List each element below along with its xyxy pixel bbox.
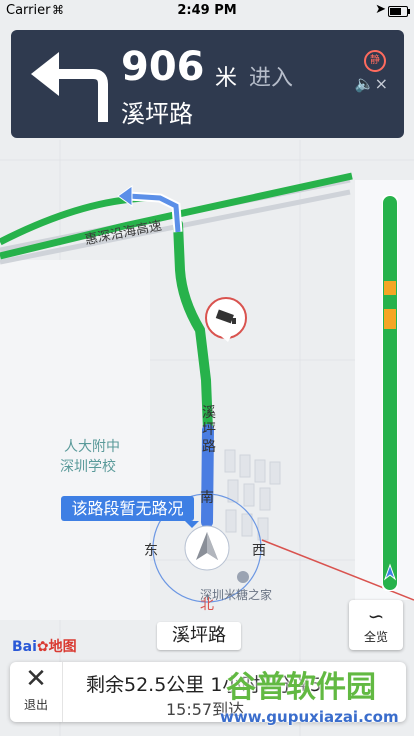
compass-south: 南 xyxy=(200,490,214,506)
traffic-notice: 该路段暂无路况 xyxy=(61,496,199,528)
watermark-brand: 谷普软件园 xyxy=(226,670,376,705)
next-road-name: 溪坪路 xyxy=(121,100,193,128)
location-arrow-icon: ➤ xyxy=(375,2,386,17)
clock: 2:49 PM xyxy=(177,3,237,18)
close-icon: ✕ xyxy=(25,664,47,694)
route-progress-bar xyxy=(382,195,398,591)
speaker-mute-icon[interactable]: 🔈× xyxy=(355,74,388,93)
navigation-instruction-panel[interactable]: 906 米 进入 溪坪路 静 🔈× xyxy=(11,30,404,138)
overview-label: 全览 xyxy=(363,630,388,644)
battery-icon xyxy=(388,6,410,17)
school-label-line2: 深圳学校 xyxy=(60,459,116,475)
quiet-mode-badge[interactable]: 静 xyxy=(364,50,386,72)
turn-left-arrow-icon xyxy=(31,52,108,122)
action-text: 进入 xyxy=(249,66,294,91)
overview-button[interactable]: ∽ 全览 xyxy=(349,600,403,650)
exit-button[interactable]: ✕ 退出 xyxy=(10,662,63,722)
route-overview-icon: ∽ xyxy=(367,604,385,628)
watermark-url: www.gupuxiazai.com xyxy=(220,708,399,726)
route-road-label: 溪坪路 xyxy=(202,405,216,455)
compass-east: 东 xyxy=(144,543,158,559)
watermark: 谷普软件园 www.gupuxiazai.com xyxy=(220,662,410,736)
distance-unit: 米 xyxy=(215,66,238,91)
baidu-map-logo: Bai✿地图 xyxy=(12,639,77,655)
current-road-label: 溪坪路 xyxy=(157,622,241,650)
school-label-line1: 人大附中 xyxy=(64,439,120,455)
compass-west: 西 xyxy=(252,543,266,559)
distance-value: 906 xyxy=(121,44,205,90)
exit-label: 退出 xyxy=(23,698,48,712)
compass-north: 北 xyxy=(200,597,214,613)
status-bar: Carrier ⌘ 2:49 PM ➤ xyxy=(0,0,414,22)
